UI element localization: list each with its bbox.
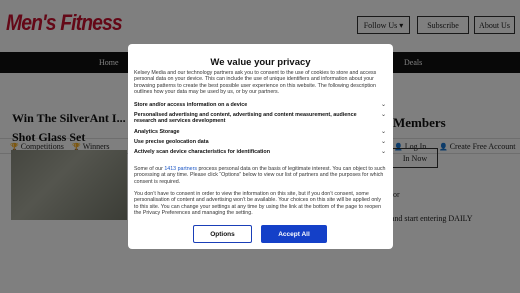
partners-link[interactable]: 1413 partners — [164, 166, 197, 172]
purpose-label: Personalised advertising and content, ad… — [134, 112, 357, 125]
accept-all-button[interactable]: Accept All — [261, 225, 327, 243]
purpose-item-geolocation[interactable]: Use precise geolocation data ⌄ — [134, 138, 386, 145]
dialog-intro-text: Kelsey Media and our technology partners… — [134, 70, 377, 96]
dialog-title: We value your privacy — [210, 57, 311, 68]
partners-text: Some of our 1413 partners process person… — [134, 166, 386, 185]
purpose-item-personalised-ads[interactable]: Personalised advertising and content, ad… — [134, 111, 386, 125]
purpose-item-device-scan[interactable]: Actively scan device characteristics for… — [134, 148, 386, 155]
consent-info-text: You don’t have to consent in order to vi… — [134, 191, 382, 217]
chevron-down-icon: ⌄ — [380, 138, 386, 145]
chevron-down-icon: ⌄ — [380, 111, 386, 118]
purpose-item-store-access[interactable]: Store and/or access information on a dev… — [134, 101, 386, 108]
privacy-consent-dialog: We value your privacy Kelsey Media and o… — [128, 44, 393, 249]
chevron-down-icon: ⌄ — [380, 148, 386, 155]
chevron-down-icon: ⌄ — [380, 101, 386, 108]
options-button[interactable]: Options — [193, 225, 252, 243]
purpose-label: Analytics Storage — [134, 129, 180, 135]
purpose-label: Actively scan device characteristics for… — [134, 149, 271, 155]
purpose-item-analytics-storage[interactable]: Analytics Storage ⌄ — [134, 128, 386, 135]
partners-text-pre: Some of our — [134, 166, 165, 172]
purpose-label: Store and/or access information on a dev… — [134, 102, 248, 108]
chevron-down-icon: ⌄ — [380, 128, 386, 135]
purpose-label: Use precise geolocation data — [134, 139, 209, 145]
